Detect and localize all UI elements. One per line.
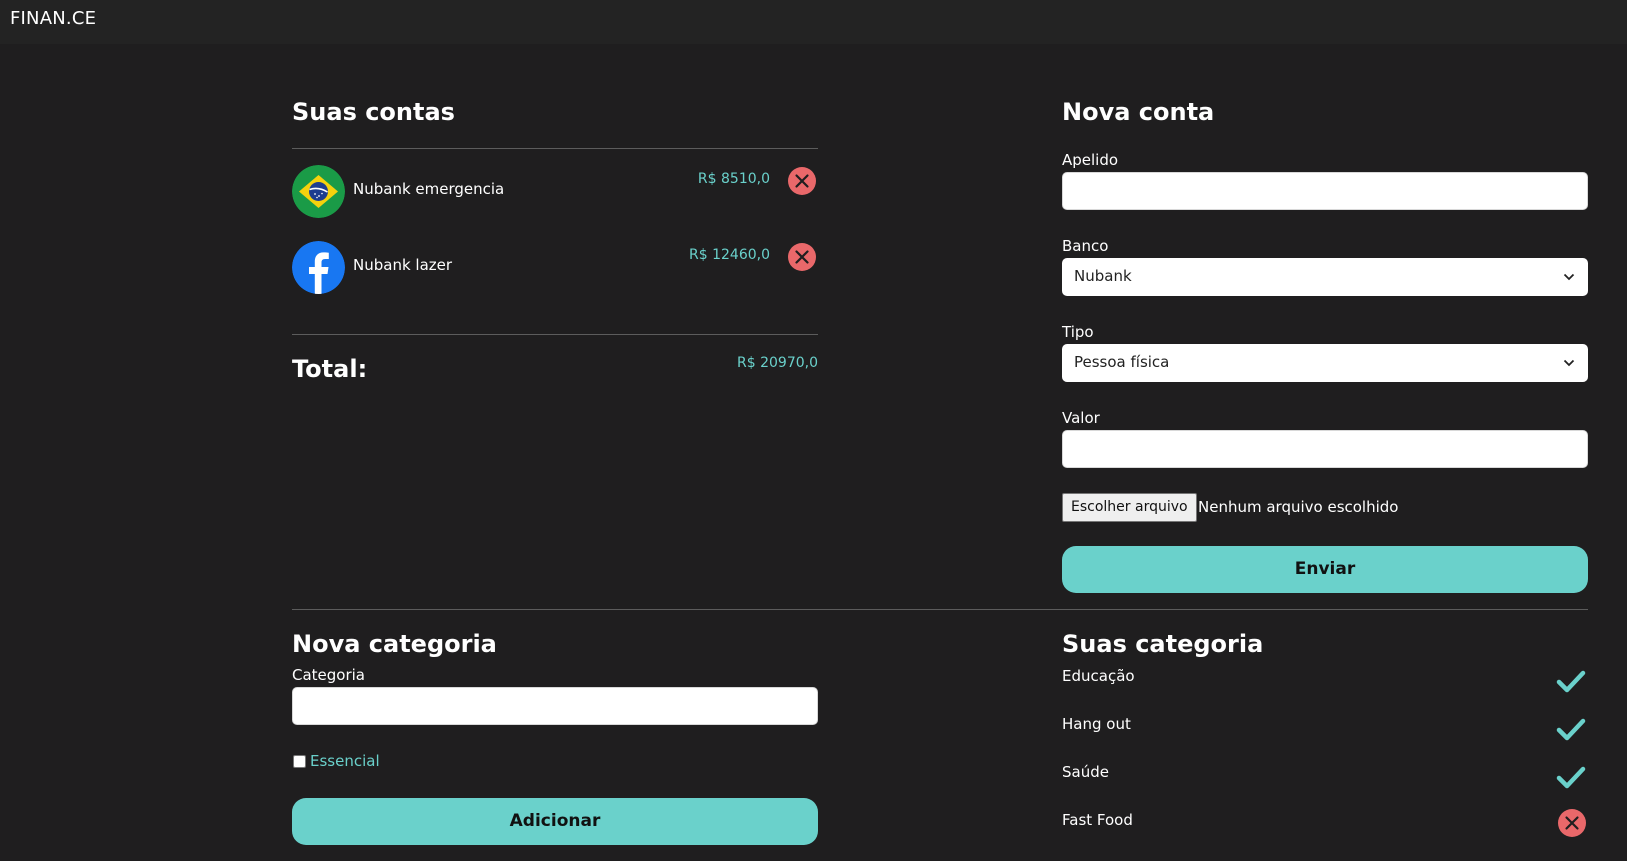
total-label: Total: xyxy=(292,355,368,383)
nickname-label: Apelido xyxy=(1062,151,1119,169)
nickname-input[interactable] xyxy=(1062,172,1588,210)
category-input[interactable] xyxy=(292,687,818,725)
category-name: Fast Food xyxy=(1062,811,1133,829)
bank-selected-value: Nubank xyxy=(1074,267,1132,285)
essential-label[interactable]: Essencial xyxy=(310,752,380,770)
submit-account-button[interactable]: Enviar xyxy=(1062,546,1588,593)
account-name: Nubank lazer xyxy=(353,256,453,274)
bank-select[interactable]: Nubank xyxy=(1062,258,1588,296)
category-name: Hang out xyxy=(1062,715,1131,733)
delete-account-button[interactable] xyxy=(788,167,816,195)
new-category-title: Nova categoria xyxy=(292,630,497,658)
type-select[interactable]: Pessoa física xyxy=(1062,344,1588,382)
non-essential-toggle-button[interactable] xyxy=(1558,809,1586,837)
category-name: Saúde xyxy=(1062,763,1109,781)
bank-label: Banco xyxy=(1062,237,1109,255)
choose-file-button[interactable]: Escolher arquivo xyxy=(1062,493,1197,522)
section-divider xyxy=(292,609,1588,610)
essential-checkbox[interactable] xyxy=(293,755,306,768)
close-icon xyxy=(795,174,809,188)
value-input[interactable] xyxy=(1062,430,1588,468)
chevron-down-icon xyxy=(1563,359,1575,367)
accounts-title: Suas contas xyxy=(292,98,455,126)
chevron-down-icon xyxy=(1563,273,1575,281)
account-name: Nubank emergencia xyxy=(353,180,505,198)
account-value: R$ 8510,0 xyxy=(697,171,770,187)
close-icon xyxy=(1565,816,1579,830)
category-label: Categoria xyxy=(292,666,366,684)
value-label: Valor xyxy=(1062,409,1100,427)
categories-title: Suas categoria xyxy=(1062,630,1264,658)
brazil-flag-icon xyxy=(292,165,345,218)
checkmark-icon[interactable] xyxy=(1556,666,1586,696)
delete-account-button[interactable] xyxy=(788,243,816,271)
top-bar: FINAN.CE xyxy=(0,0,1627,44)
close-icon xyxy=(795,250,809,264)
file-status-text: Nenhum arquivo escolhido xyxy=(1198,498,1399,516)
accounts-divider-top xyxy=(292,148,818,149)
type-selected-value: Pessoa física xyxy=(1074,353,1170,371)
accounts-divider-bottom xyxy=(292,334,818,335)
add-category-button[interactable]: Adicionar xyxy=(292,798,818,845)
facebook-icon xyxy=(292,241,345,294)
brand-logo-text[interactable]: FINAN.CE xyxy=(10,8,96,29)
category-name: Educação xyxy=(1062,667,1135,685)
checkmark-icon[interactable] xyxy=(1556,714,1586,744)
new-account-title: Nova conta xyxy=(1062,98,1215,126)
checkmark-icon[interactable] xyxy=(1556,762,1586,792)
account-value: R$ 12460,0 xyxy=(689,247,770,263)
total-value: R$ 20970,0 xyxy=(737,355,818,371)
type-label: Tipo xyxy=(1062,323,1094,341)
